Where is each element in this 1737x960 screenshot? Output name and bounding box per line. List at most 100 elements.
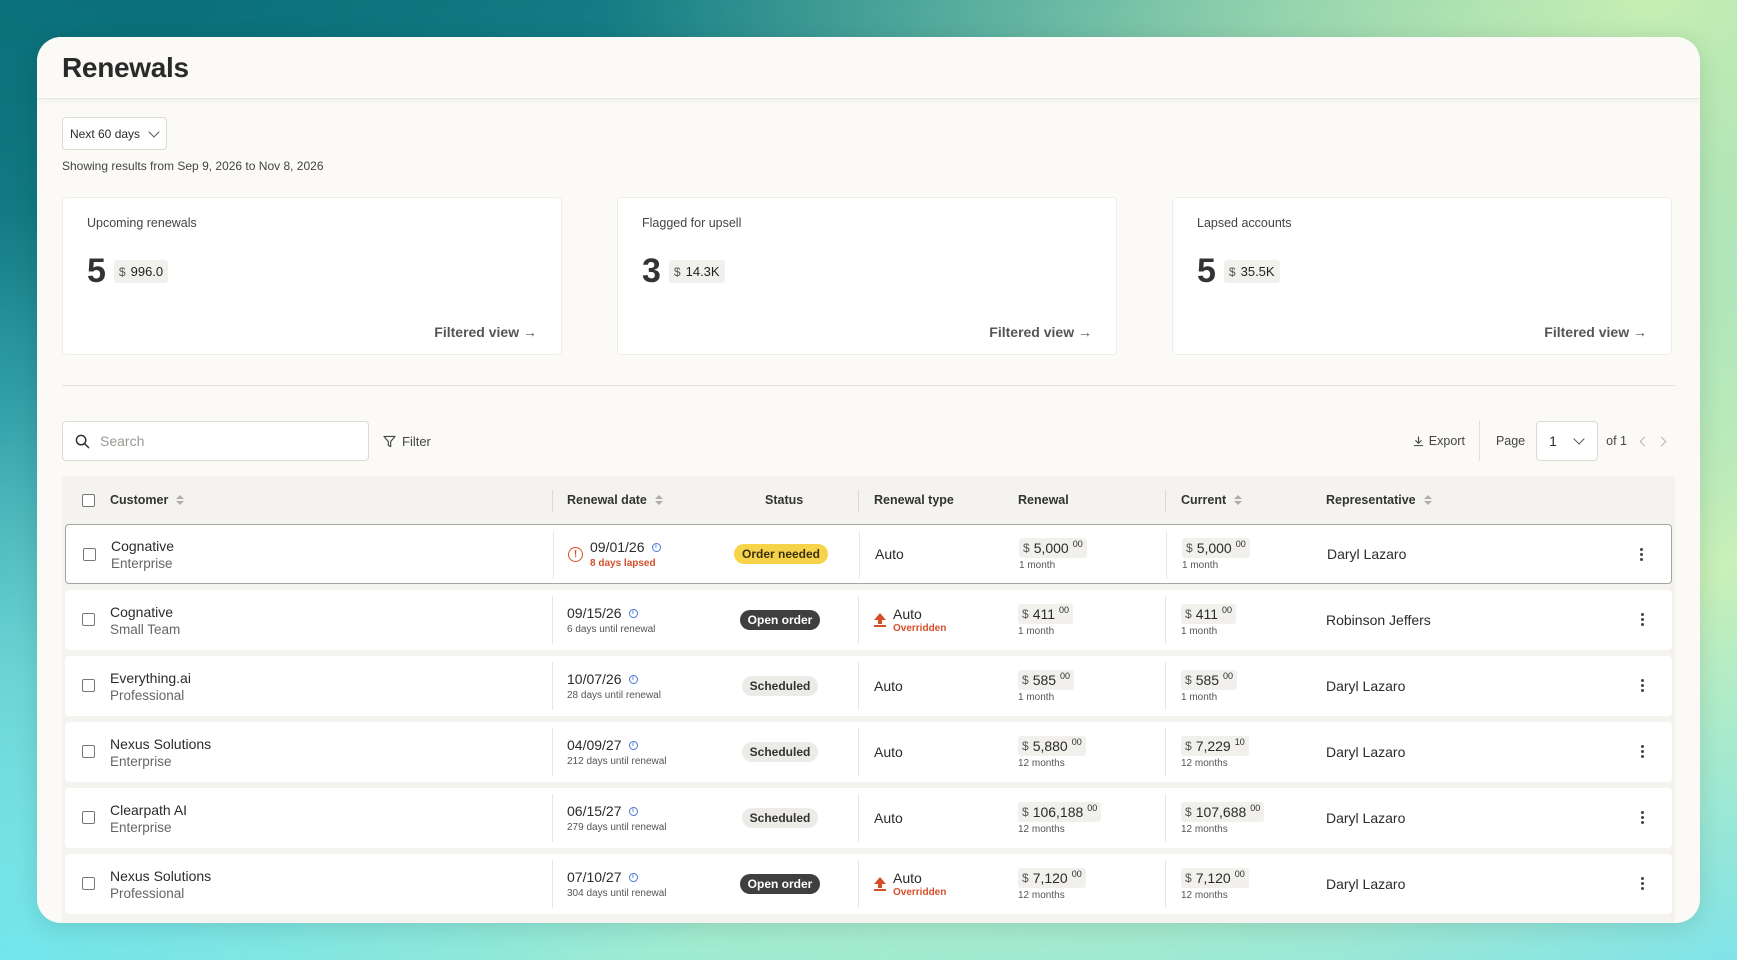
- current-period: 1 month: [1181, 625, 1218, 637]
- table-header: Customer Renewal date Status Renewal typ…: [65, 476, 1672, 524]
- row-checkbox[interactable]: [82, 613, 95, 626]
- table-body: Cognative Enterprise ! 09/01/26 i 8 days…: [65, 524, 1672, 914]
- summary-cards: Upcoming renewals 5 $996.0 Filtered view…: [62, 197, 1675, 355]
- export-label: Export: [1428, 434, 1465, 448]
- representative-cell: Daryl Lazaro: [1326, 788, 1405, 848]
- cell-separator: [552, 860, 553, 908]
- more-options-icon[interactable]: [1641, 745, 1644, 758]
- info-icon[interactable]: i: [651, 542, 661, 552]
- chevron-down-icon: [148, 125, 160, 138]
- renewal-date-cell: 09/15/26 i 6 days until renewal: [567, 590, 655, 650]
- prev-page-icon[interactable]: [1639, 436, 1650, 446]
- renewal-type-cell: Auto: [874, 722, 903, 782]
- renewal-amount: $585 00: [1018, 669, 1075, 690]
- renewal-date-cell: 07/10/27 i 304 days until renewal: [567, 854, 667, 914]
- more-options-icon[interactable]: [1641, 679, 1644, 692]
- cell-separator: [1165, 596, 1166, 644]
- cell-separator: [1165, 728, 1166, 776]
- search-icon: [75, 434, 90, 448]
- more-options-icon[interactable]: [1641, 811, 1644, 824]
- export-button[interactable]: Export: [1413, 421, 1480, 461]
- search-box[interactable]: [62, 421, 369, 461]
- status-badge: Order needed: [733, 544, 829, 564]
- cell-separator: [552, 596, 553, 644]
- page-select[interactable]: 1: [1536, 421, 1599, 461]
- card-amount: $35.5K: [1223, 260, 1280, 283]
- cell-separator: [1165, 860, 1166, 908]
- table-row[interactable]: Nexus Solutions Professional 07/10/27 i …: [65, 854, 1672, 914]
- table-row[interactable]: Nexus Solutions Enterprise 04/09/27 i 21…: [65, 722, 1672, 782]
- customer-plan: Professional: [110, 687, 185, 703]
- more-options-icon[interactable]: [1641, 613, 1644, 626]
- info-icon[interactable]: i: [628, 872, 638, 882]
- current-amount-cell: $7,229 10 12 months: [1181, 722, 1249, 782]
- cell-separator: [553, 531, 554, 579]
- column-label: Renewal type: [874, 493, 954, 507]
- renewal-period: 12 months: [1018, 823, 1065, 835]
- date-range-select[interactable]: Next 60 days: [62, 117, 168, 150]
- current-amount: $7,229 10: [1181, 735, 1249, 756]
- column-separator: [858, 490, 859, 512]
- info-icon[interactable]: i: [628, 806, 638, 816]
- section-divider: [62, 385, 1675, 386]
- renewal-period: 12 months: [1018, 889, 1065, 901]
- column-label: Renewal: [1018, 493, 1069, 507]
- renewal-date-cell: ! 09/01/26 i 8 days lapsed: [568, 525, 661, 583]
- select-all-checkbox[interactable]: [82, 494, 95, 507]
- info-icon[interactable]: i: [628, 674, 638, 684]
- customer-cell: Clearpath AI Enterprise: [110, 788, 187, 848]
- status-cell: Open order: [705, 854, 855, 914]
- table-row[interactable]: Clearpath AI Enterprise 06/15/27 i 279 d…: [65, 788, 1672, 848]
- chevron-down-icon: [1573, 433, 1585, 445]
- table-row[interactable]: Everything.ai Professional 10/07/26 i 28…: [65, 656, 1672, 716]
- more-options-icon[interactable]: [1640, 548, 1643, 561]
- renewal-type-cell: Auto: [874, 788, 903, 848]
- row-checkbox[interactable]: [82, 877, 95, 890]
- column-representative[interactable]: Representative: [1326, 493, 1432, 507]
- renewal-date-sub: 212 days until renewal: [567, 756, 667, 767]
- row-checkbox[interactable]: [82, 745, 95, 758]
- current-amount: $107,688 00: [1181, 801, 1265, 822]
- filtered-view-link[interactable]: Filtered view →: [989, 324, 1092, 340]
- column-renewal-date[interactable]: Renewal date: [567, 493, 663, 507]
- renewal-date-sub: 28 days until renewal: [567, 690, 661, 701]
- row-checkbox[interactable]: [82, 679, 95, 692]
- column-renewal-type: Renewal type: [874, 493, 954, 507]
- filtered-view-link[interactable]: Filtered view →: [1544, 324, 1647, 340]
- current-amount: $411 00: [1181, 603, 1237, 624]
- more-options-icon[interactable]: [1641, 877, 1644, 890]
- info-icon[interactable]: i: [628, 608, 638, 618]
- search-input[interactable]: [100, 433, 340, 449]
- card-count: 5: [87, 252, 106, 290]
- column-separator: [552, 490, 553, 512]
- representative-name: Daryl Lazaro: [1327, 546, 1407, 562]
- row-checkbox[interactable]: [82, 811, 95, 824]
- customer-name: Clearpath AI: [110, 801, 188, 818]
- table-row[interactable]: Cognative Small Team 09/15/26 i 6 days u…: [65, 590, 1672, 650]
- override-label: Overridden: [893, 623, 947, 634]
- cell-separator: [1166, 531, 1167, 579]
- renewals-table: Customer Renewal date Status Renewal typ…: [62, 476, 1675, 923]
- status-cell: Scheduled: [705, 656, 855, 716]
- info-icon[interactable]: i: [628, 740, 638, 750]
- filter-label: Filter: [402, 433, 431, 449]
- page-select-value: 1: [1549, 433, 1557, 449]
- renewal-period: 1 month: [1018, 625, 1055, 637]
- current-amount-cell: $585 00 1 month: [1181, 656, 1238, 716]
- column-current[interactable]: Current: [1181, 493, 1243, 507]
- column-customer[interactable]: Customer: [110, 493, 185, 507]
- renewal-type: Auto: [874, 678, 903, 694]
- sort-icon: [1234, 495, 1243, 505]
- filter-button[interactable]: Filter: [383, 434, 431, 449]
- cell-separator: [858, 794, 859, 842]
- renewal-date: 09/15/26: [567, 605, 622, 621]
- representative-name: Daryl Lazaro: [1326, 810, 1406, 826]
- next-page-icon[interactable]: [1656, 436, 1667, 446]
- renewal-date-cell: 10/07/26 i 28 days until renewal: [567, 656, 661, 716]
- renewal-date: 09/01/26: [590, 539, 645, 555]
- status-badge: Scheduled: [741, 742, 819, 762]
- row-checkbox[interactable]: [83, 548, 96, 561]
- renewal-type-cell: Auto Overridden: [874, 590, 946, 650]
- table-row[interactable]: Cognative Enterprise ! 09/01/26 i 8 days…: [65, 524, 1672, 584]
- filtered-view-link[interactable]: Filtered view →: [434, 324, 537, 340]
